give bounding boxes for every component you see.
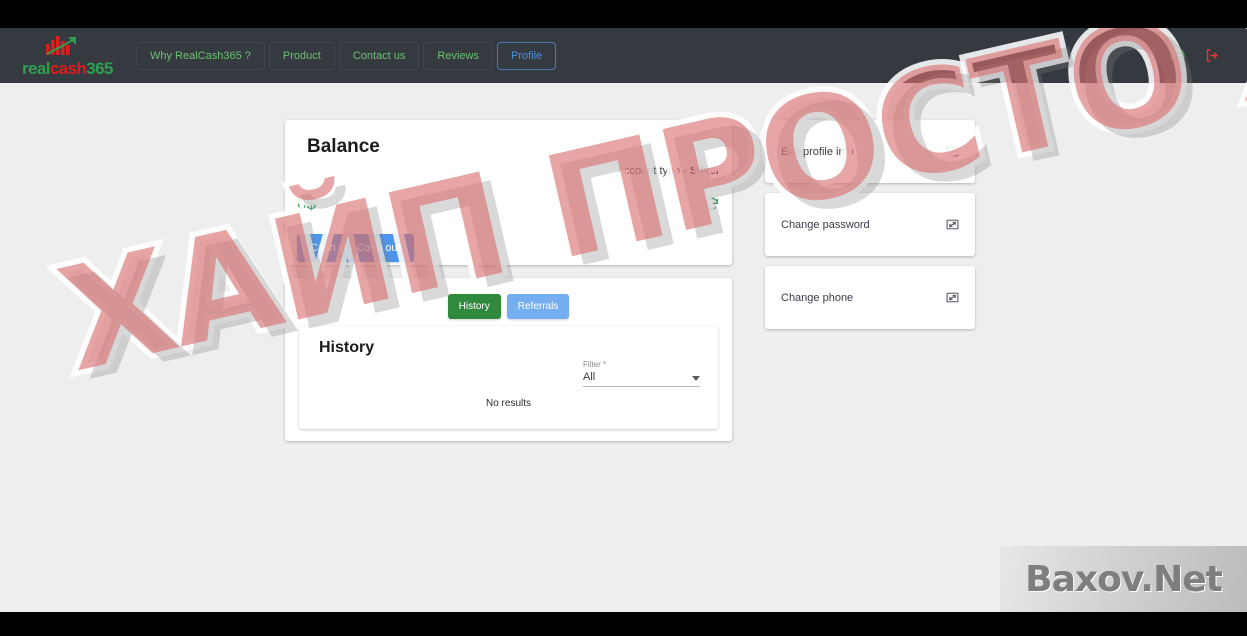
logo-wordmark: realcash365 (22, 60, 113, 77)
no-results-message: No results (485, 398, 531, 409)
balance-row: 0$ (297, 194, 720, 214)
open-in-new-icon[interactable] (946, 291, 959, 304)
nav-item-why[interactable]: Why RealCash365 ? (136, 41, 265, 70)
letterbox-bottom (0, 612, 1247, 636)
open-in-new-icon[interactable] (946, 218, 959, 231)
nav-item-product[interactable]: Product (268, 41, 335, 70)
change-password-card[interactable]: Change password (765, 193, 975, 256)
history-tab-row: History Referrals (285, 294, 732, 319)
logo-text-365: 365 (86, 58, 113, 78)
history-card: History Referrals History Filter * All N… (285, 278, 732, 441)
top-navbar: realcash365 Why RealCash365 ? Product Co… (0, 28, 1247, 83)
page-content: Balance Account type - Silver 0$ Cash in… (0, 28, 1247, 612)
logo-text-real: real (22, 58, 50, 78)
account-type-label: Account type - (616, 165, 691, 177)
site-watermark-text: Baxov.Net (1025, 558, 1223, 600)
balance-amount: 0$ (297, 194, 316, 213)
site-logo[interactable]: realcash365 (22, 35, 113, 77)
account-type-value: Silver (690, 165, 720, 177)
change-password-label: Change password (781, 218, 870, 231)
bar-chart-arrow-icon (46, 35, 76, 55)
tab-history[interactable]: History (447, 294, 501, 319)
logo-text-cash: cash (49, 58, 87, 78)
change-phone-card[interactable]: Change phone (765, 266, 975, 329)
cash-in-out-button[interactable]: Cash in / Cash out (297, 234, 414, 262)
browser-viewport: realcash365 Why RealCash365 ? Product Co… (0, 28, 1247, 612)
nav-item-reviews[interactable]: Reviews (423, 41, 493, 70)
refresh-icon[interactable] (704, 196, 720, 212)
history-heading: History (319, 339, 375, 356)
edit-profile-label: Edit profile info (781, 145, 854, 158)
logout-icon[interactable] (1204, 47, 1221, 64)
nav-icon-group (1169, 47, 1233, 64)
globe-icon[interactable] (1169, 47, 1186, 64)
account-type: Account type - Silver (617, 165, 720, 177)
filter-select[interactable]: Filter * All (583, 360, 700, 387)
nav-item-contact[interactable]: Contact us (338, 41, 420, 70)
site-watermark: Baxov.Net (1000, 546, 1247, 612)
tab-referrals[interactable]: Referrals (506, 294, 570, 319)
letterbox-top (0, 0, 1247, 28)
open-in-new-icon[interactable] (946, 145, 959, 158)
chevron-down-icon (692, 376, 700, 381)
balance-title: Balance (307, 136, 380, 157)
filter-value: All (583, 371, 596, 383)
nav-item-profile[interactable]: Profile (496, 41, 557, 70)
history-panel: History Filter * All No results (299, 326, 718, 429)
edit-profile-card[interactable]: Edit profile info (765, 120, 975, 183)
change-phone-label: Change phone (781, 291, 854, 304)
balance-card: Balance Account type - Silver 0$ Cash in… (285, 120, 732, 265)
nav-links: Why RealCash365 ? Product Contact us Rev… (136, 41, 557, 70)
filter-label: Filter * (583, 360, 607, 369)
filter-value-row[interactable]: All (583, 371, 700, 387)
